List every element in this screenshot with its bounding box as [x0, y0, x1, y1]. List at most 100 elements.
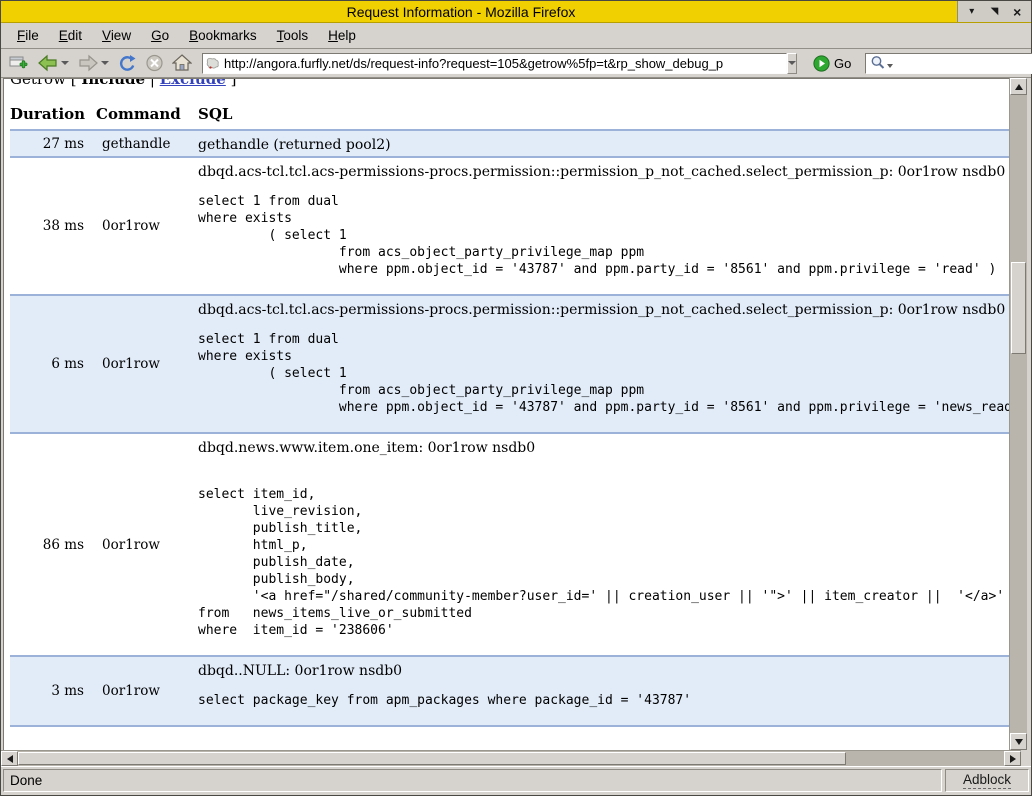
chevron-down-icon: [788, 61, 796, 65]
reload-button[interactable]: [113, 51, 141, 75]
duration-cell: 6 ms: [10, 295, 96, 433]
sql-cell: dbqd.acs-tcl.tcl.acs-permissions-procs.p…: [198, 157, 1009, 295]
sql-statement: select 1 from dual where exists ( select…: [198, 331, 1009, 416]
table-row: 3 ms 0or1row dbqd..NULL: 0or1row nsdb0 s…: [10, 656, 1009, 726]
sql-statement: select item_id, live_revision, publish_t…: [198, 469, 1009, 639]
menu-help[interactable]: Help: [318, 25, 366, 46]
menu-edit[interactable]: Edit: [49, 25, 92, 46]
menu-file[interactable]: File: [7, 25, 49, 46]
minimize-button[interactable]: ▾: [963, 4, 981, 20]
navigation-toolbar: Go: [1, 49, 1031, 78]
command-header: Command: [96, 101, 198, 130]
sql-statement-title: dbqd.news.www.item.one_item: 0or1row nsd…: [198, 440, 1009, 456]
sql-statement-title: dbqd.acs-tcl.tcl.acs-permissions-procs.p…: [198, 164, 1009, 180]
back-icon: [37, 54, 59, 72]
forward-history-dropdown[interactable]: [101, 61, 109, 65]
sql-debug-table: Duration Command SQL 27 ms gethandle get…: [10, 101, 1009, 727]
command-cell: 0or1row: [96, 433, 198, 656]
search-input[interactable]: [896, 55, 1032, 72]
scroll-left-button[interactable]: [1, 751, 18, 766]
url-dropdown-button[interactable]: [787, 53, 797, 74]
table-row: 86 ms 0or1row dbqd.news.www.item.one_ite…: [10, 433, 1009, 656]
go-icon: [813, 55, 830, 72]
menu-bookmarks[interactable]: Bookmarks: [179, 25, 267, 46]
status-text: Done: [3, 769, 942, 792]
arrow-right-icon: [1010, 755, 1016, 763]
sql-statement-title: dbqd.acs-tcl.tcl.acs-permissions-procs.p…: [198, 302, 1009, 318]
go-button[interactable]: Go: [805, 53, 855, 74]
scroll-up-button[interactable]: [1010, 78, 1027, 95]
go-label: Go: [834, 56, 851, 71]
stop-button[interactable]: [141, 51, 168, 75]
back-history-dropdown[interactable]: [61, 61, 69, 65]
sql-statement-title: gethandle (returned pool2): [198, 137, 1009, 153]
arrow-down-icon: [1015, 739, 1023, 745]
table-row: 38 ms 0or1row dbqd.acs-tcl.tcl.acs-permi…: [10, 157, 1009, 295]
horizontal-scrollbar-thumb[interactable]: [18, 752, 846, 765]
window-title: Request Information - Mozilla Firefox: [1, 4, 921, 20]
sql-statement: select 1 from dual where exists ( select…: [198, 193, 1009, 278]
window-controls: ▾ ◥ ×: [957, 1, 1031, 22]
close-button[interactable]: ×: [1008, 4, 1026, 20]
sql-statement-title: dbqd..NULL: 0or1row nsdb0: [198, 663, 1009, 679]
home-icon: [172, 54, 192, 72]
command-cell: gethandle: [96, 130, 198, 157]
menu-go[interactable]: Go: [141, 25, 179, 46]
url-input[interactable]: [224, 56, 783, 71]
include-label: Include: [81, 78, 145, 88]
sql-cell: gethandle (returned pool2): [198, 130, 1009, 157]
command-cell: 0or1row: [96, 157, 198, 295]
forward-button[interactable]: [73, 51, 113, 75]
sql-cell: dbqd.news.www.item.one_item: 0or1row nsd…: [198, 433, 1009, 656]
horizontal-scrollbar-row: [1, 750, 1031, 766]
arrow-left-icon: [7, 755, 13, 763]
page-viewport: Getrow [ Include | Exclude ] Duration Co…: [3, 78, 1009, 750]
getrow-filter-line: Getrow [ Include | Exclude ]: [10, 78, 1009, 88]
table-row: 6 ms 0or1row dbqd.acs-tcl.tcl.acs-permis…: [10, 295, 1009, 433]
back-button[interactable]: [33, 51, 73, 75]
stop-icon: [145, 54, 164, 72]
search-engine-dropdown[interactable]: [887, 64, 893, 68]
menu-tools[interactable]: Tools: [267, 25, 319, 46]
sql-cell: dbqd.acs-tcl.tcl.acs-permissions-procs.p…: [198, 295, 1009, 433]
scroll-down-button[interactable]: [1010, 733, 1027, 750]
sql-cell: dbqd..NULL: 0or1row nsdb0 select package…: [198, 656, 1009, 726]
table-header-row: Duration Command SQL: [10, 101, 1009, 130]
scrollbar-corner: [1021, 750, 1031, 766]
vertical-scrollbar[interactable]: [1009, 78, 1027, 750]
status-bar: Done Adblock: [1, 766, 1031, 795]
search-icon: [870, 55, 886, 71]
duration-cell: 86 ms: [10, 433, 96, 656]
content-area: Getrow [ Include | Exclude ] Duration Co…: [1, 78, 1031, 750]
duration-cell: 38 ms: [10, 157, 96, 295]
site-favicon: [206, 57, 220, 70]
menu-bar: File Edit View Go Bookmarks Tools Help: [1, 23, 1031, 49]
forward-icon: [77, 54, 99, 72]
sql-header: SQL: [198, 101, 1009, 130]
maximize-button[interactable]: ◥: [986, 4, 1004, 20]
title-bar[interactable]: Request Information - Mozilla Firefox ▾ …: [1, 1, 1031, 23]
table-row: 27 ms gethandle gethandle (returned pool…: [10, 130, 1009, 157]
menu-view[interactable]: View: [92, 25, 141, 46]
new-tab-icon: [9, 55, 29, 71]
exclude-link[interactable]: Exclude: [160, 78, 226, 88]
search-bar[interactable]: [865, 53, 1032, 74]
scroll-right-button[interactable]: [1004, 751, 1021, 766]
duration-header: Duration: [10, 101, 96, 130]
vertical-scrollbar-thumb[interactable]: [1011, 262, 1026, 354]
horizontal-scrollbar[interactable]: [1, 750, 1021, 766]
sql-statement: select package_key from apm_packages whe…: [198, 692, 1009, 709]
command-cell: 0or1row: [96, 656, 198, 726]
adblock-status-button[interactable]: Adblock: [945, 769, 1029, 792]
request-info-page: Getrow [ Include | Exclude ] Duration Co…: [4, 78, 1009, 727]
command-cell: 0or1row: [96, 295, 198, 433]
adblock-label: Adblock: [963, 772, 1011, 789]
reload-icon: [117, 54, 137, 72]
duration-cell: 3 ms: [10, 656, 96, 726]
duration-cell: 27 ms: [10, 130, 96, 157]
new-tab-button[interactable]: [5, 51, 33, 75]
browser-window: Request Information - Mozilla Firefox ▾ …: [0, 0, 1032, 796]
home-button[interactable]: [168, 51, 196, 75]
url-bar[interactable]: [202, 53, 787, 74]
arrow-up-icon: [1015, 84, 1023, 90]
